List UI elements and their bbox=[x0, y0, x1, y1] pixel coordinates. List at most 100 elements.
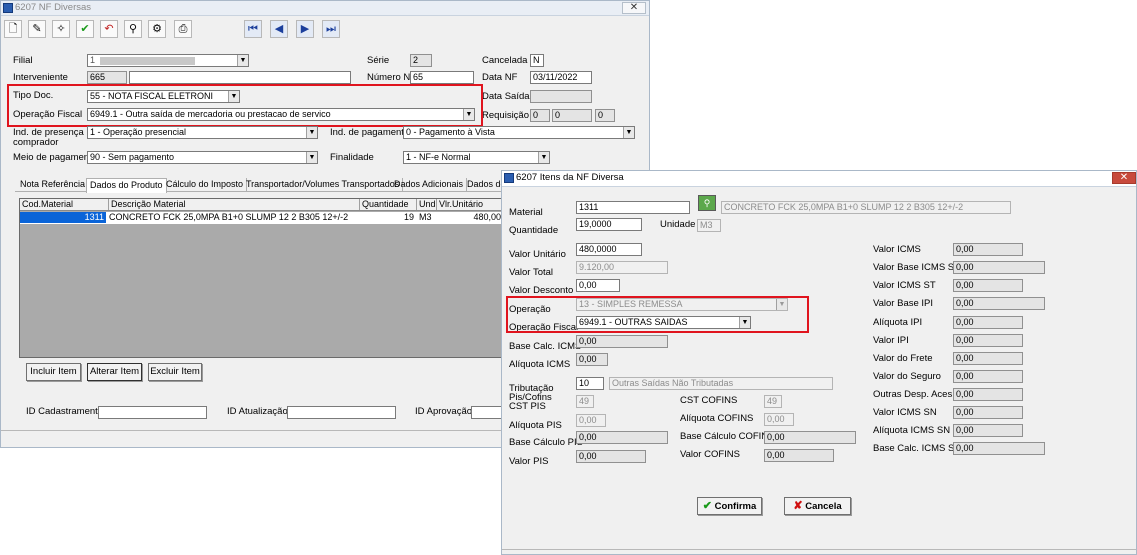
valor-pis-label: Valor PIS bbox=[509, 456, 549, 467]
main-close-button[interactable]: ✕ bbox=[622, 2, 646, 14]
table-row[interactable]: 1311 CONCRETO FCK 25,0MPA B1+0 SLUMP 12 … bbox=[20, 212, 506, 224]
ind-presenca-select[interactable]: 1 - Operação presencial ▼ bbox=[87, 126, 318, 139]
cancela-button[interactable]: ✘ Cancela bbox=[784, 497, 851, 515]
confirma-button[interactable]: ✔ Confirma bbox=[697, 497, 762, 515]
data-nf-label: Data NF bbox=[482, 72, 518, 83]
row-cod-material: 1311 bbox=[20, 212, 106, 223]
data-nf-field[interactable]: 03/11/2022 bbox=[530, 71, 592, 84]
material-search-button[interactable]: ⚲ bbox=[698, 195, 716, 211]
last-record-button[interactable]: ⏭ bbox=[322, 20, 340, 38]
row-quantidade: 19 bbox=[403, 212, 414, 222]
cst-pis-label: CST PIS bbox=[509, 401, 546, 412]
tab-nota-referencia[interactable]: Nota Referência bbox=[17, 178, 90, 192]
tab-calculo-imposto[interactable]: Cálculo do Imposto bbox=[163, 178, 248, 192]
tools-icon: ⚙ bbox=[152, 23, 162, 35]
alterar-item-button[interactable]: Alterar Item bbox=[87, 363, 142, 381]
filial-value: 1 bbox=[90, 55, 96, 65]
highlight-box-main bbox=[7, 84, 483, 127]
chevron-down-icon[interactable]: ▼ bbox=[623, 127, 634, 138]
id-atualizacao-field[interactable] bbox=[287, 406, 396, 419]
excluir-item-button[interactable]: Excluir Item bbox=[148, 363, 202, 381]
finalidade-label: Finalidade bbox=[330, 152, 374, 163]
quantidade-field[interactable]: 19,0000 bbox=[576, 218, 642, 231]
first-record-button[interactable]: ⏮ bbox=[244, 20, 262, 38]
chevron-down-icon[interactable]: ▼ bbox=[306, 152, 317, 163]
meio-pagamento-label: Meio de pagamento bbox=[13, 152, 97, 163]
aliquota-icms-label: Alíquota ICMS bbox=[509, 359, 571, 370]
undo-button[interactable]: ↶ bbox=[100, 20, 118, 38]
next-record-icon: ▶ bbox=[300, 23, 310, 35]
app-icon bbox=[3, 3, 13, 13]
ind-pagamento-label: Ind. de pagamento bbox=[330, 127, 410, 138]
tab-transportador[interactable]: Transportador/Volumes Transportados bbox=[243, 178, 404, 192]
attach-button[interactable]: ✧ bbox=[52, 20, 70, 38]
requisicao-field-2[interactable]: 0 bbox=[552, 109, 592, 122]
items-window-title: 6207 Itens da NF Diversa bbox=[516, 172, 624, 183]
dialog-status-bar bbox=[502, 549, 1136, 555]
right-field-value: 0,00 bbox=[953, 261, 1045, 274]
aliquota-pis-label: Alíquota PIS bbox=[509, 420, 562, 431]
finalidade-select[interactable]: 1 - NF-e Normal ▼ bbox=[403, 151, 550, 164]
valor-desconto-field[interactable]: 0,00 bbox=[576, 279, 620, 292]
incluir-item-button[interactable]: Incluir Item bbox=[26, 363, 81, 381]
header-descricao[interactable]: Descrição Material bbox=[108, 199, 186, 210]
cst-cofins-field: 49 bbox=[764, 395, 782, 408]
print-button[interactable]: ⎙ bbox=[174, 20, 192, 38]
interveniente-label: Interveniente bbox=[13, 72, 68, 83]
id-cadastramento-field[interactable] bbox=[98, 406, 207, 419]
binoculars-button[interactable]: ⚲ bbox=[124, 20, 142, 38]
header-und[interactable]: Und bbox=[416, 199, 436, 210]
header-vlr-unitario[interactable]: Vlr.Unitário bbox=[436, 199, 483, 210]
tab-dados-produto[interactable]: Dados do Produto bbox=[86, 178, 167, 193]
data-saida-field[interactable] bbox=[530, 90, 592, 103]
valor-unitario-label: Valor Unitário bbox=[509, 249, 566, 260]
tools-button[interactable]: ⚙ bbox=[148, 20, 166, 38]
interveniente-name[interactable] bbox=[129, 71, 351, 84]
right-field-label: Base Calc. ICMS SN bbox=[873, 443, 962, 454]
grid-header: Cod.Material Descrição Material Quantida… bbox=[20, 199, 506, 211]
chevron-down-icon[interactable]: ▼ bbox=[237, 55, 248, 66]
data-saida-label: Data Saída bbox=[482, 91, 530, 102]
chevron-down-icon[interactable]: ▼ bbox=[306, 127, 317, 138]
new-doc-button[interactable]: 🗋 bbox=[4, 20, 22, 38]
previous-record-button[interactable]: ◀ bbox=[270, 20, 288, 38]
items-close-button[interactable]: ✕ bbox=[1112, 172, 1136, 184]
requisicao-field-3[interactable]: 0 bbox=[595, 109, 615, 122]
material-field[interactable]: 1311 bbox=[576, 201, 690, 214]
quantidade-label: Quantidade bbox=[509, 225, 559, 236]
serie-label: Série bbox=[367, 55, 390, 66]
edit-button[interactable]: ✎ bbox=[28, 20, 46, 38]
base-calculo-pis-field: 0,00 bbox=[576, 431, 668, 444]
valor-desconto-label: Valor Desconto bbox=[509, 285, 574, 296]
confirm-check-button[interactable]: ✔ bbox=[76, 20, 94, 38]
id-atualizacao-label: ID Atualização bbox=[227, 406, 288, 417]
requisicao-field-1[interactable]: 0 bbox=[530, 109, 550, 122]
interveniente-code[interactable]: 665 bbox=[87, 71, 127, 84]
filial-select[interactable]: 1 ▼ bbox=[87, 54, 249, 67]
valor-cofins-label: Valor COFINS bbox=[680, 449, 741, 460]
cst-cofins-label: CST COFINS bbox=[680, 395, 738, 406]
base-calculo-cofins-label: Base Cálculo COFINS bbox=[680, 431, 775, 442]
valor-unitario-field[interactable]: 480,0000 bbox=[576, 243, 642, 256]
right-field-value: 0,00 bbox=[953, 316, 1023, 329]
cancelada-field[interactable]: N bbox=[530, 54, 544, 67]
valor-cofins-field: 0,00 bbox=[764, 449, 834, 462]
aliquota-cofins-label: Alíquota COFINS bbox=[680, 413, 754, 424]
header-cod-material[interactable]: Cod.Material bbox=[22, 199, 73, 210]
next-record-button[interactable]: ▶ bbox=[296, 20, 314, 38]
right-field-label: Outras Desp. Aces. bbox=[873, 389, 955, 400]
right-field-label: Valor ICMS ST bbox=[873, 280, 936, 291]
meio-pagamento-select[interactable]: 90 - Sem pagamento ▼ bbox=[87, 151, 318, 164]
tab-dados-adicionais[interactable]: Dados Adicionais bbox=[391, 178, 468, 192]
valor-pis-field: 0,00 bbox=[576, 450, 646, 463]
header-quantidade[interactable]: Quantidade bbox=[359, 199, 409, 210]
right-field-label: Alíquota IPI bbox=[873, 317, 923, 328]
numero-nf-field[interactable]: 65 bbox=[410, 71, 474, 84]
unidade-field: M3 bbox=[697, 219, 721, 232]
cancel-x-icon: ✘ bbox=[793, 500, 803, 512]
tributacao-code[interactable]: 10 bbox=[576, 377, 604, 390]
serie-field[interactable]: 2 bbox=[410, 54, 432, 67]
ind-pagamento-select[interactable]: 0 - Pagamento à Vista ▼ bbox=[403, 126, 635, 139]
chevron-down-icon[interactable]: ▼ bbox=[538, 152, 549, 163]
items-grid[interactable]: Cod.Material Descrição Material Quantida… bbox=[19, 198, 507, 358]
